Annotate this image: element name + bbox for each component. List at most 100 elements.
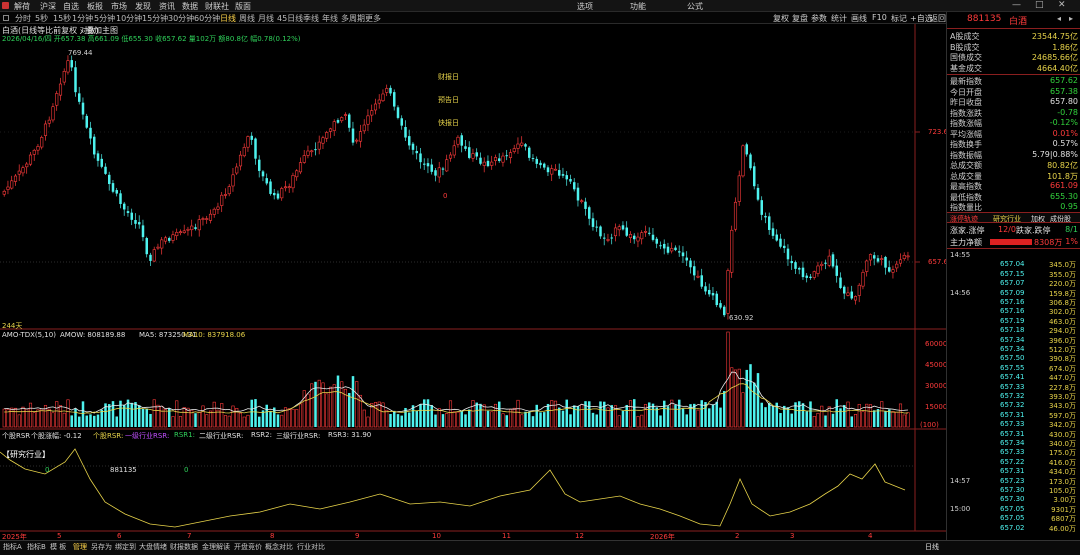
research-industry-tag[interactable]: 【研究行业】	[2, 449, 50, 460]
candle	[419, 153, 422, 163]
period-item[interactable]: 年线	[322, 13, 338, 24]
candle	[768, 216, 771, 230]
candle	[242, 147, 246, 157]
volume-indicator-name[interactable]: AMO-TDX(5,10)	[2, 331, 56, 339]
toolbar-item[interactable]: 统计	[831, 13, 847, 24]
chart-canvas[interactable]	[0, 24, 946, 544]
menu-item[interactable]: 版面	[235, 1, 251, 12]
bottom-tab[interactable]: 概念对比	[265, 542, 293, 552]
period-item[interactable]: 5分钟	[94, 13, 115, 24]
bottom-tab[interactable]: 绑定到	[115, 542, 136, 552]
candle	[524, 144, 527, 147]
period-item[interactable]: 60分钟	[194, 13, 220, 24]
candle	[573, 182, 576, 190]
period-item-active[interactable]: 日线	[220, 13, 236, 24]
bottom-tab[interactable]: 另存为	[91, 542, 112, 552]
volume-bar	[857, 403, 861, 428]
candle	[366, 115, 370, 125]
menu-item[interactable]: 财联社	[205, 1, 229, 12]
candle	[490, 161, 494, 166]
toolbar-item[interactable]: 复盘	[792, 13, 808, 24]
period-more[interactable]: 更多	[365, 13, 381, 24]
event-earnings[interactable]: 财报日	[438, 72, 459, 82]
bottom-tab[interactable]: 行业对比	[297, 542, 325, 552]
bottom-tab-active[interactable]: 管理	[73, 542, 87, 552]
period-item[interactable]: 45日线	[277, 13, 303, 24]
tab-weighted[interactable]: 加权	[1031, 214, 1045, 224]
volume-bar	[700, 400, 703, 427]
nav-right-icon[interactable]: ▸	[1069, 14, 1073, 23]
chart-area[interactable]: 白酒(日线等比前复权 对数) 叠加主图 2026/04/16/四 开657.38…	[0, 24, 948, 544]
close-icon[interactable]: ✕	[1058, 0, 1066, 10]
bottom-tab[interactable]: 财报数据	[170, 542, 198, 552]
menu-item[interactable]: 板报	[87, 1, 103, 12]
volume-bar	[178, 416, 183, 428]
menu-item[interactable]: 沪深	[40, 1, 56, 12]
candle	[273, 192, 276, 196]
candle	[786, 248, 790, 260]
toolbar-item[interactable]: 标记	[891, 13, 907, 24]
period-item[interactable]: 30分钟	[168, 13, 194, 24]
candle	[794, 262, 797, 269]
app-logo-icon[interactable]	[2, 2, 9, 9]
period-item[interactable]: 15分钟	[142, 13, 168, 24]
maximize-icon[interactable]: □	[1035, 0, 1044, 10]
event-express[interactable]: 快报日	[438, 118, 459, 128]
toolbar-item[interactable]: 参数	[811, 13, 827, 24]
period-item[interactable]: 10分钟	[116, 13, 142, 24]
minimize-icon[interactable]: —	[1012, 0, 1021, 10]
menu-item[interactable]: 数据	[182, 1, 198, 12]
candle	[820, 263, 824, 266]
candle	[689, 260, 692, 268]
volume-bar	[366, 416, 370, 428]
period-item[interactable]: 多周期	[341, 13, 365, 24]
turnover-row: 基金成交 4664.40亿	[950, 63, 1078, 73]
event-forecast[interactable]: 预告日	[438, 95, 459, 105]
nav-left-icon[interactable]: ◂	[1057, 14, 1061, 23]
turnover-row: A股成交 23544.75亿	[950, 32, 1078, 41]
tab-research-industry[interactable]: 研究行业	[993, 214, 1021, 224]
index-stat-row: 今日开盘 657.38	[950, 86, 1078, 97]
menu-item[interactable]: 解荷	[14, 1, 30, 12]
bottom-tab[interactable]: 金理解读	[202, 542, 230, 552]
toolbar-item[interactable]: F10	[872, 13, 887, 22]
toolbar-item[interactable]: 返回	[930, 13, 946, 24]
menu-options[interactable]: 选项	[577, 1, 593, 12]
tab-constituents[interactable]: 成份股	[1050, 214, 1071, 224]
period-indicator[interactable]: 日线	[925, 542, 939, 552]
x-axis-label: 12	[575, 532, 584, 540]
checkbox-icon[interactable]	[3, 15, 9, 21]
volume-bar	[663, 400, 666, 427]
volume-bar	[550, 400, 554, 428]
menu-item[interactable]: 发现	[135, 1, 151, 12]
bottom-tab[interactable]: 开盘竞价	[234, 542, 262, 552]
candle	[621, 225, 625, 230]
rsr-title[interactable]: 个股RSR	[2, 431, 30, 441]
menu-item[interactable]: 自选	[63, 1, 79, 12]
period-item[interactable]: 15秒	[53, 13, 71, 24]
tab-limit-track[interactable]: 涨停轨迹	[950, 214, 978, 224]
period-item[interactable]: 周线	[239, 13, 255, 24]
x-axis-label: 7	[187, 532, 192, 540]
period-item[interactable]: 分时	[15, 13, 31, 24]
bottom-tab[interactable]: 模 板	[50, 542, 66, 552]
bottom-tab[interactable]: 指标A	[3, 542, 22, 552]
menu-function[interactable]: 功能	[630, 1, 646, 12]
bottom-tab[interactable]: 指标B	[27, 542, 46, 552]
toolbar-item[interactable]: 画线	[851, 13, 867, 24]
period-item[interactable]: 5秒	[35, 13, 48, 24]
menu-formula[interactable]: 公式	[687, 1, 703, 12]
menu-item[interactable]: 市场	[111, 1, 127, 12]
candle	[66, 60, 70, 73]
bottom-tab[interactable]: 大盘情绪	[139, 542, 167, 552]
volume-bar	[348, 393, 351, 427]
candle	[25, 163, 29, 168]
volume-bar	[595, 414, 598, 427]
menu-item[interactable]: 资讯	[159, 1, 175, 12]
candle	[902, 254, 906, 259]
period-item[interactable]: 月线	[258, 13, 274, 24]
toolbar-item[interactable]: 复权	[773, 13, 789, 24]
candle	[486, 160, 490, 167]
period-item[interactable]: 季线	[303, 13, 319, 24]
period-item[interactable]: 1分钟	[72, 13, 93, 24]
